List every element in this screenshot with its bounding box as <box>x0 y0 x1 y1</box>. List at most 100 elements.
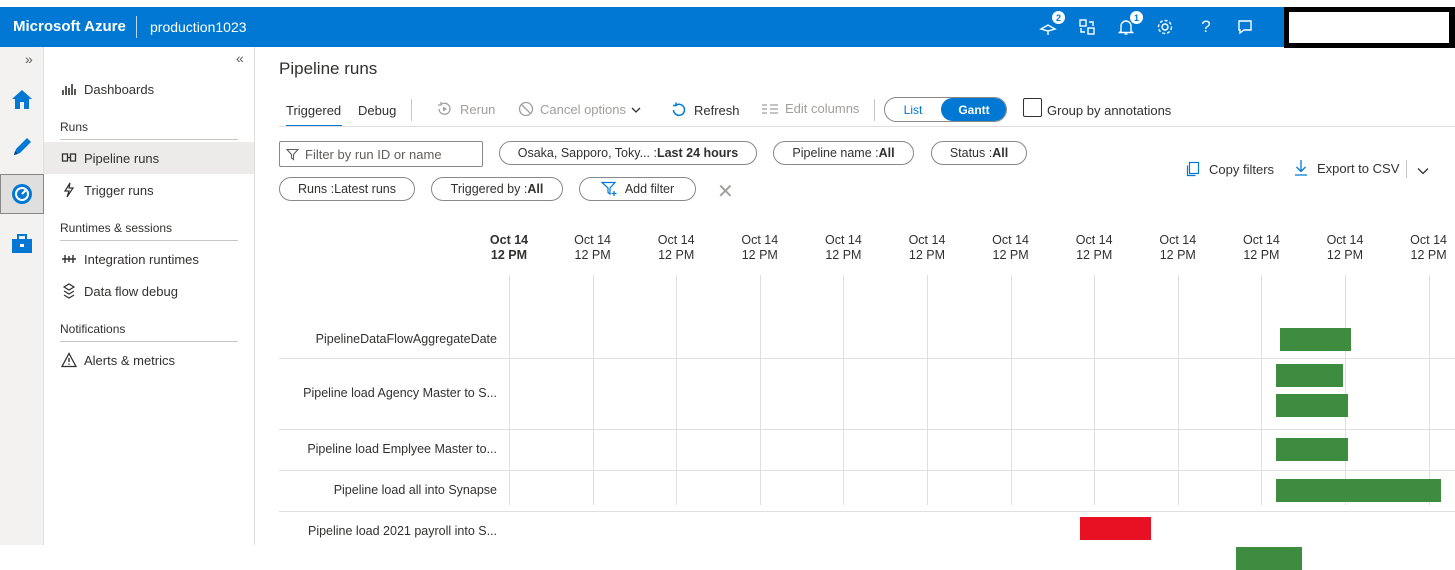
cancel-options-button[interactable]: Cancel options <box>518 101 641 117</box>
triggered-by-prefix: Triggered by : <box>450 182 528 196</box>
gantt-bar-succeeded[interactable] <box>1276 479 1442 502</box>
rerun-label: Rerun <box>460 101 496 117</box>
gantt-time-day: Oct 14 <box>1410 233 1447 247</box>
gantt-time-header: Oct 14 12 PM <box>1148 233 1208 263</box>
notifications-badge: 1 <box>1130 11 1143 24</box>
copy-filters-button[interactable]: Copy filters <box>1185 161 1274 177</box>
author-pencil-icon[interactable] <box>0 127 44 167</box>
toolbar-separator <box>874 99 875 121</box>
add-filter-button[interactable]: Add filter <box>579 177 696 201</box>
gantt-time-day: Oct 14 <box>908 233 946 247</box>
export-csv-button[interactable]: Export to CSV <box>1293 159 1399 177</box>
expand-rail-icon[interactable]: » <box>25 51 33 67</box>
refresh-button[interactable]: Refresh <box>670 101 740 119</box>
time-range-filter[interactable]: Osaka, Sapporo, Toky... : Last 24 hours <box>499 141 757 165</box>
gantt-bar-succeeded[interactable] <box>1276 438 1349 461</box>
publish-icon[interactable]: 2 <box>1036 11 1065 39</box>
gantt-time-day: Oct 14 <box>489 233 529 247</box>
runs-value: Latest runs <box>334 182 396 196</box>
manage-toolbox-icon[interactable] <box>0 224 44 264</box>
nav-item-label: Data flow debug <box>84 283 178 299</box>
nav-item-trigger-runs[interactable]: Trigger runs <box>44 174 254 206</box>
gantt-bar-failed[interactable] <box>1079 517 1152 540</box>
gantt-time-hour: 12 PM <box>825 248 862 262</box>
gantt-time-hour: 12 PM <box>1243 248 1280 262</box>
gantt-bar-succeeded[interactable] <box>1279 328 1351 351</box>
edit-columns-button[interactable]: Edit columns <box>761 101 859 116</box>
triggered-by-filter[interactable]: Triggered by : All <box>431 177 563 201</box>
tab-debug[interactable]: Debug <box>358 103 396 118</box>
nav-item-pipeline-runs[interactable]: Pipeline runs <box>44 142 254 174</box>
refresh-label: Refresh <box>694 102 740 118</box>
gantt-time-day: Oct 14 <box>574 233 611 247</box>
main-content: Pipeline runs Triggered Debug Rerun Canc… <box>255 47 1455 570</box>
gantt-bar-succeeded[interactable] <box>1276 364 1344 387</box>
gantt-bar-succeeded[interactable] <box>1276 394 1349 417</box>
refresh-icon <box>670 101 688 119</box>
gantt-time-header: Oct 14 12 PM <box>563 233 623 263</box>
view-list-option[interactable]: List <box>885 98 941 121</box>
gantt-time-hour: 12 PM <box>741 248 778 262</box>
nav-item-label: Alerts & metrics <box>84 352 176 368</box>
nav-item-data-flow-debug[interactable]: Data flow debug <box>44 275 254 307</box>
updates-badge: 2 <box>1052 11 1065 24</box>
gantt-row-label[interactable]: Pipeline load Emplyee Master to... <box>279 442 497 456</box>
view-toggle[interactable]: List Gantt <box>884 97 1007 122</box>
nav-header-runs: Runs <box>60 120 89 134</box>
nav-item-integration-runtimes[interactable]: Integration runtimes <box>44 243 254 275</box>
gear-icon[interactable] <box>1153 15 1177 39</box>
search-placeholder: Filter by run ID or name <box>305 146 442 162</box>
chevron-down-icon <box>631 102 641 117</box>
gantt-bar-succeeded[interactable] <box>1236 547 1302 570</box>
nav-item-alerts-metrics[interactable]: Alerts & metrics <box>44 344 254 376</box>
gantt-time-header: Oct 14 12 PM <box>479 233 539 263</box>
gantt-time-day: Oct 14 <box>992 233 1029 247</box>
nav-item-label: Integration runtimes <box>84 251 199 267</box>
gantt-time-header: Oct 14 12 PM <box>897 233 957 263</box>
account-box-inner <box>1289 12 1449 43</box>
copy-icon <box>1185 161 1201 177</box>
switch-directory-icon[interactable] <box>1075 15 1099 39</box>
home-icon[interactable] <box>0 79 44 119</box>
help-icon[interactable]: ? <box>1194 15 1218 39</box>
clear-filters-icon[interactable]: ✕ <box>717 179 734 204</box>
brand-title[interactable]: Microsoft Azure <box>13 18 126 35</box>
gantt-row-label[interactable]: PipelineDataFlowAggregateDate <box>279 332 497 346</box>
gantt-time-hour: 12 PM <box>908 248 946 262</box>
gantt-row-label[interactable]: Pipeline load Agency Master to S... <box>279 386 497 400</box>
runs-filter[interactable]: Runs : Latest runs <box>279 177 415 201</box>
feedback-icon[interactable] <box>1233 15 1257 39</box>
collapse-nav-icon[interactable]: « <box>236 50 244 66</box>
left-rail: » <box>0 47 44 545</box>
view-gantt-option[interactable]: Gantt <box>941 98 1006 121</box>
search-input[interactable]: Filter by run ID or name <box>279 141 483 167</box>
gantt-time-day: Oct 14 <box>1326 233 1364 247</box>
window-top-strip <box>0 0 1455 7</box>
monitor-icon[interactable] <box>0 174 44 214</box>
gantt-time-hour: 12 PM <box>574 248 611 262</box>
more-options-chevron-icon[interactable] <box>1417 162 1429 180</box>
gantt-time-header: Oct 14 12 PM <box>1231 233 1291 263</box>
gantt-time-hour: 12 PM <box>1159 248 1196 262</box>
gantt-time-day: Oct 14 <box>1242 233 1280 247</box>
gantt-row-label[interactable]: Pipeline load all into Synapse <box>279 483 497 497</box>
tab-triggered[interactable]: Triggered <box>286 103 341 118</box>
account-box[interactable] <box>1284 7 1455 48</box>
time-range-value: Last 24 hours <box>656 146 739 160</box>
workspace-name[interactable]: production1023 <box>150 19 247 35</box>
columns-icon <box>761 102 779 116</box>
runs-prefix: Runs : <box>298 182 335 196</box>
gantt-time-header: Oct 14 12 PM <box>1064 233 1124 263</box>
pipeline-name-filter[interactable]: Pipeline name : All <box>773 141 914 165</box>
group-by-annotations-label[interactable]: Group by annotations <box>1047 103 1171 118</box>
export-csv-label: Export to CSV <box>1317 160 1400 176</box>
gantt-time-header: Oct 14 12 PM <box>1399 233 1455 263</box>
download-icon <box>1293 159 1309 177</box>
gantt-row-label[interactable]: Pipeline load 2021 payroll into S... <box>279 524 497 538</box>
nav-divider <box>60 139 238 140</box>
group-by-annotations-checkbox[interactable] <box>1023 98 1042 117</box>
nav-item-dashboards[interactable]: Dashboards <box>44 73 254 105</box>
status-filter[interactable]: Status : All <box>931 141 1027 165</box>
notifications-icon[interactable]: 1 <box>1114 11 1143 39</box>
rerun-button[interactable]: Rerun <box>436 101 495 117</box>
